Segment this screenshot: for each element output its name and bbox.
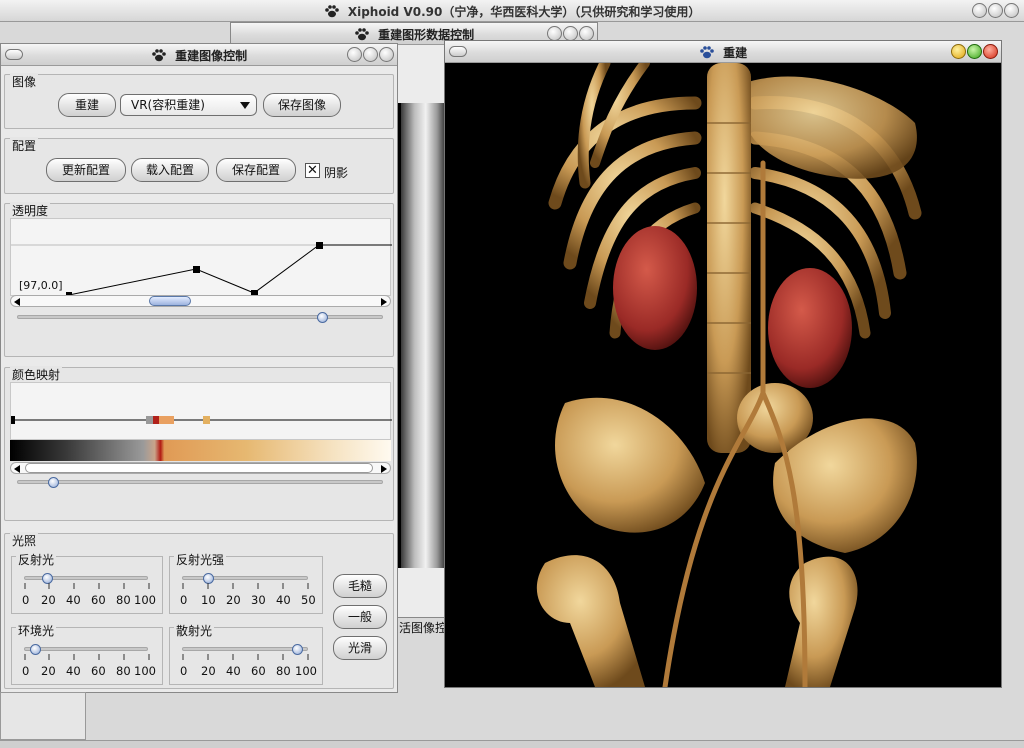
app-minimize-button[interactable] [972, 3, 987, 18]
paw-icon [152, 49, 166, 62]
app-titlebar: Xiphoid V0.90（宁净，华西医科大学）（只供研究和学习使用） [0, 0, 1024, 22]
render-window-titlebar: 重建 [445, 41, 1001, 63]
volume-render-view[interactable] [445, 63, 1001, 687]
save-image-button[interactable]: 保存图像 [263, 93, 341, 117]
ct-slice-image [401, 103, 446, 568]
colormap-points [11, 416, 392, 424]
opacity-hscrollbar[interactable] [10, 295, 391, 307]
diffuse-light-panel: 散射光 0 20 40 60 80 100 [169, 622, 323, 685]
color-point [11, 416, 15, 424]
reflect-strength-panel: 反射光强 0 10 20 30 40 50 [169, 551, 323, 614]
paw-icon [700, 46, 714, 59]
colormap-range-slider[interactable] [17, 480, 383, 484]
colormap-slider-knob[interactable] [48, 477, 59, 488]
rough-button[interactable]: 毛糙 [333, 574, 387, 598]
opacity-range-slider[interactable] [17, 315, 383, 319]
data-window-minimize-button[interactable] [547, 26, 562, 41]
reflect-light-panel: 反射光 0 20 40 60 80 100 [11, 551, 163, 614]
rebuild-button[interactable]: 重建 [58, 93, 116, 117]
control-window-minimize-button[interactable] [347, 47, 362, 62]
opacity-curve [11, 242, 392, 298]
scroll-left-icon[interactable] [14, 465, 20, 473]
reflect-strength-ticks [182, 583, 309, 589]
diffuse-light-label: 散射光 [174, 622, 215, 639]
app-maximize-button[interactable] [988, 3, 1003, 18]
opacity-control-point [193, 266, 200, 273]
colormap-hscrollbar[interactable] [10, 462, 391, 474]
ambient-light-ticks [24, 654, 150, 660]
diffuse-light-slider[interactable] [182, 647, 308, 651]
render-window-title: 重建 [723, 46, 748, 60]
opacity-point-readout: [97,0.0] [19, 279, 63, 292]
data-window-close-button[interactable] [579, 26, 594, 41]
ambient-light-slider[interactable] [24, 647, 148, 651]
paw-icon [324, 5, 339, 18]
control-window-titlebar: 重建图像控制 [1, 44, 397, 66]
desktop-panel [0, 692, 86, 740]
diffuse-light-ticks [182, 654, 309, 660]
colormap-gradient-bar [10, 440, 391, 461]
color-point [146, 416, 153, 424]
scroll-right-icon[interactable] [381, 298, 387, 306]
ambient-light-label: 环境光 [16, 622, 57, 639]
data-window-maximize-button[interactable] [563, 26, 578, 41]
render-minimize-button[interactable] [951, 44, 966, 59]
load-config-button[interactable]: 载入配置 [131, 158, 209, 182]
reflect-strength-label: 反射光强 [174, 551, 227, 568]
color-point [159, 416, 174, 424]
app-title: Xiphoid V0.90（宁净，华西医科大学）（只供研究和学习使用） [0, 3, 1024, 20]
update-config-button[interactable]: 更新配置 [46, 158, 126, 182]
colormap-scroll-thumb[interactable] [25, 463, 373, 473]
scroll-left-icon[interactable] [14, 298, 20, 306]
partial-label: 活图像控 [399, 621, 448, 635]
reflect-light-ticks [24, 583, 150, 589]
image-control-window: 重建图像控制 图像 重建 VR(容积重建) 保存图像 配置 更新配置 载入配置 … [0, 43, 398, 693]
render-close-button[interactable] [983, 44, 998, 59]
render-mode-select[interactable]: VR(容积重建) [120, 94, 257, 116]
opacity-slider-knob[interactable] [317, 312, 328, 323]
smooth-button[interactable]: 光滑 [333, 636, 387, 660]
render-window: 重建 [444, 40, 1002, 688]
colormap-editor[interactable] [10, 382, 392, 440]
paw-icon [355, 28, 369, 41]
save-config-button[interactable]: 保存配置 [216, 158, 296, 182]
chevron-down-icon [240, 102, 250, 109]
opacity-scroll-thumb[interactable] [149, 296, 191, 306]
opacity-group: 透明度 [97,0.0] [4, 202, 394, 357]
control-window-close-button[interactable] [379, 47, 394, 62]
lighting-group-title: 光照 [10, 532, 39, 549]
color-point [203, 416, 210, 424]
shadow-label: 阴影 [324, 166, 349, 180]
normal-button[interactable]: 一般 [333, 605, 387, 629]
reflect-strength-slider[interactable] [182, 576, 308, 580]
colormap-group: 颜色映射 [4, 366, 394, 521]
scroll-right-icon[interactable] [381, 465, 387, 473]
control-window-maximize-button[interactable] [363, 47, 378, 62]
colormap-group-title: 颜色映射 [10, 366, 63, 383]
color-point [153, 416, 159, 424]
config-group-title: 配置 [10, 137, 39, 154]
render-maximize-button[interactable] [967, 44, 982, 59]
image-group-title: 图像 [10, 73, 39, 90]
opacity-curve-editor[interactable]: [97,0.0] [10, 218, 392, 298]
lighting-group: 光照 反射光 0 20 40 60 80 100 反射光强 0 10 20 30… [4, 532, 394, 689]
ambient-light-panel: 环境光 0 20 40 60 80 100 [11, 622, 163, 685]
config-group: 配置 更新配置 载入配置 保存配置 ✕ 阴影 [4, 137, 394, 194]
opacity-control-point [316, 242, 323, 249]
shadow-checkbox[interactable]: ✕ [305, 163, 320, 178]
opacity-group-title: 透明度 [10, 202, 51, 219]
taskbar [0, 740, 1024, 748]
control-window-title: 重建图像控制 [175, 49, 248, 63]
app-close-button[interactable] [1004, 3, 1019, 18]
image-group: 图像 重建 VR(容积重建) 保存图像 [4, 73, 394, 129]
reflect-light-label: 反射光 [16, 551, 57, 568]
